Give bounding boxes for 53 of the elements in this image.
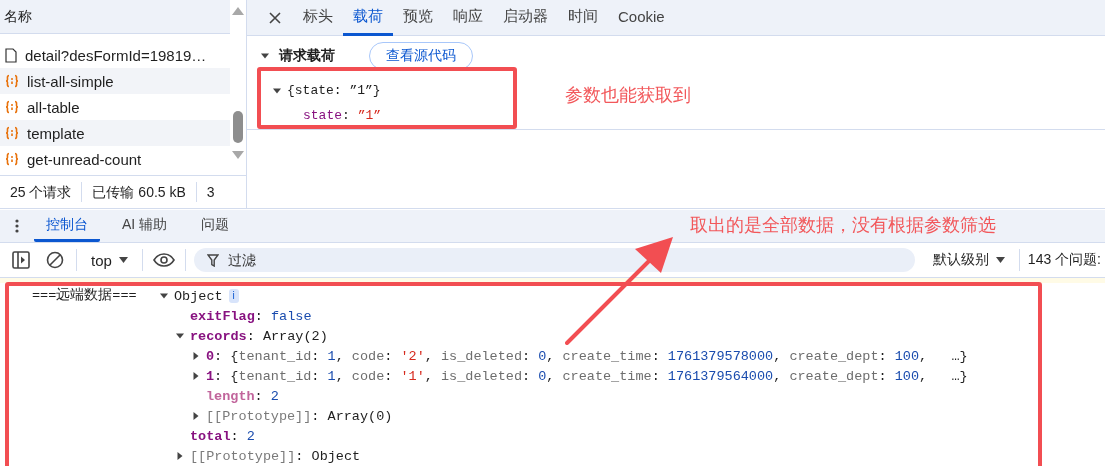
tree-line: exitFlag: false: [190, 308, 312, 324]
info-badge[interactable]: i: [228, 289, 239, 303]
status-text: 25 个请求: [0, 182, 83, 202]
braces-icon: [5, 152, 19, 166]
tree-line[interactable]: 1: {tenant_id: 1, code: '1', is_deleted: 0, create_time: 1761379564000, create_dept: 100, …}: [206, 368, 968, 384]
section-header[interactable]: 请求载荷: [261, 47, 335, 65]
annotation-text: 取出的是全部数据，没有根据参数筛选: [690, 214, 996, 237]
tab[interactable]: AI 辅助: [110, 210, 180, 242]
request-row[interactable]: all-table: [0, 94, 230, 120]
view-source-button[interactable]: 查看源代码: [369, 42, 473, 70]
issues-button[interactable]: 143 个问题:: [1027, 251, 1105, 269]
request-row[interactable]: detail?desFormId=19819…: [0, 42, 230, 68]
request-row[interactable]: get-unread-count: [0, 146, 230, 172]
tree-line[interactable]: [[Prototype]]: Object: [190, 448, 361, 464]
tab[interactable]: 时间: [558, 0, 608, 36]
braces-icon: [5, 100, 19, 114]
more-icon: [15, 219, 19, 233]
close-icon: [269, 11, 281, 24]
caret-icon: [118, 257, 128, 263]
tree-line[interactable]: 0: {tenant_id: 1, code: '2', is_deleted: 0, create_time: 1761379578000, create_dept: 100, …}: [206, 348, 968, 364]
request-row[interactable]: list-all-simple: [0, 68, 230, 94]
tab[interactable]: 预览: [393, 0, 443, 36]
status-text: 已传输 60.5 kB: [82, 182, 197, 202]
filter-icon: [206, 254, 219, 267]
tree-line[interactable]: {state: ”1”}: [287, 83, 381, 98]
status-text: 3: [205, 183, 215, 202]
tab[interactable]: 问题: [189, 210, 242, 242]
request-row[interactable]: template: [0, 120, 230, 146]
tree-line[interactable]: records: Array(2): [190, 328, 328, 344]
tree-line[interactable]: [[Prototype]]: Array(0): [206, 408, 393, 424]
document-icon: [5, 47, 17, 63]
tab[interactable]: 控制台: [34, 210, 100, 242]
tab[interactable]: Cookie: [608, 0, 675, 36]
caret-icon: [995, 257, 1005, 263]
tab[interactable]: 标头: [293, 0, 343, 36]
column-header[interactable]: 名称: [0, 0, 230, 34]
blocked-circle-icon: [46, 251, 64, 269]
tree-line: length: 2: [206, 388, 279, 404]
tree-line[interactable]: Object: [174, 288, 223, 304]
braces-icon: [5, 74, 19, 88]
tree-line: state: ”1”: [303, 108, 382, 123]
log-level-dropdown[interactable]: 默认级别: [926, 251, 1011, 269]
filter-field[interactable]: 过滤: [193, 248, 915, 272]
sidebar-icon: [12, 251, 30, 269]
eye-icon: [152, 253, 175, 267]
tab[interactable]: 载荷: [343, 0, 393, 36]
tree-line: total: 2: [190, 428, 255, 444]
log-text: ===远端数据===: [32, 286, 138, 305]
tab[interactable]: 响应: [443, 0, 493, 36]
braces-icon: [5, 126, 19, 140]
annotation-text: 参数也能获取到: [565, 84, 691, 107]
tab[interactable]: 启动器: [493, 0, 558, 36]
context-dropdown[interactable]: top: [85, 251, 134, 269]
